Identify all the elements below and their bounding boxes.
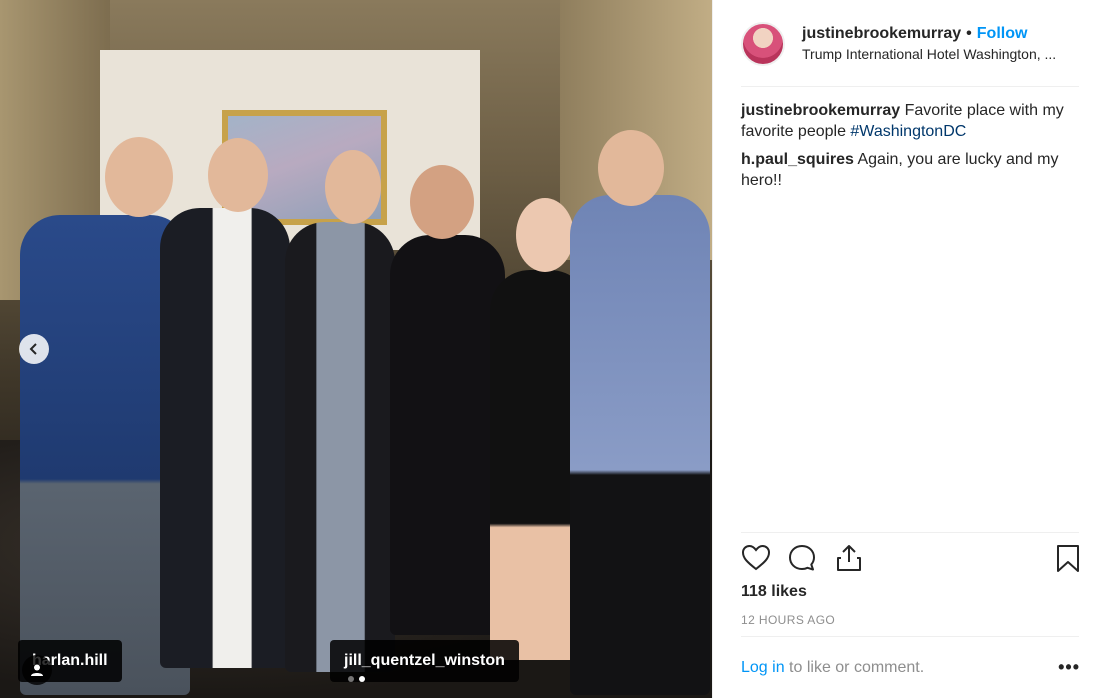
- comment-username[interactable]: justinebrookemurray: [741, 102, 900, 119]
- footer-divider: [741, 636, 1079, 637]
- share-icon[interactable]: [834, 542, 864, 574]
- person-4: [390, 165, 505, 635]
- carousel-dot-active: [359, 676, 365, 682]
- user-icon[interactable]: [22, 655, 52, 685]
- post-header: justinebrookemurray • Follow Trump Inter…: [741, 16, 1079, 72]
- comments-list: justinebrookemurray Favorite place with …: [741, 100, 1079, 198]
- action-bar: [741, 542, 1079, 576]
- comment-item: justinebrookemurray Favorite place with …: [741, 100, 1079, 142]
- post-timestamp: 12 HOURS AGO: [741, 613, 836, 627]
- follow-button[interactable]: Follow: [977, 24, 1028, 44]
- likes-count[interactable]: 118 likes: [741, 583, 807, 601]
- login-prompt: Log in to like or comment.: [741, 659, 1079, 677]
- more-options-button[interactable]: •••: [1058, 657, 1080, 678]
- header-divider: [741, 86, 1079, 87]
- person-6: [570, 130, 710, 695]
- hashtag-link[interactable]: #WashingtonDC: [850, 123, 966, 140]
- post-sidebar: justinebrookemurray • Follow Trump Inter…: [712, 0, 1100, 698]
- login-link[interactable]: Log in: [741, 659, 785, 676]
- person-2: [160, 138, 290, 668]
- comment-username[interactable]: h.paul_squires: [741, 151, 854, 168]
- previous-slide-button[interactable]: [19, 334, 49, 364]
- chevron-left-icon: [29, 343, 37, 355]
- person-3: [285, 150, 395, 672]
- comment-item: h.paul_squires Again, you are lucky and …: [741, 149, 1079, 191]
- avatar[interactable]: [741, 22, 785, 66]
- carousel-dot: [348, 676, 354, 682]
- bookmark-icon[interactable]: [1053, 542, 1083, 574]
- heart-icon[interactable]: [741, 542, 771, 574]
- separator-dot: •: [966, 25, 972, 42]
- location-link[interactable]: Trump International Hotel Washington, ..…: [802, 44, 1077, 64]
- username-link[interactable]: justinebrookemurray: [802, 24, 961, 44]
- actions-divider: [741, 532, 1079, 533]
- post-photo[interactable]: harlan.hill jill_quentzel_winston: [0, 0, 712, 698]
- comment-icon[interactable]: [787, 542, 817, 574]
- login-prompt-text: to like or comment.: [784, 659, 925, 676]
- carousel-indicator: [348, 676, 365, 682]
